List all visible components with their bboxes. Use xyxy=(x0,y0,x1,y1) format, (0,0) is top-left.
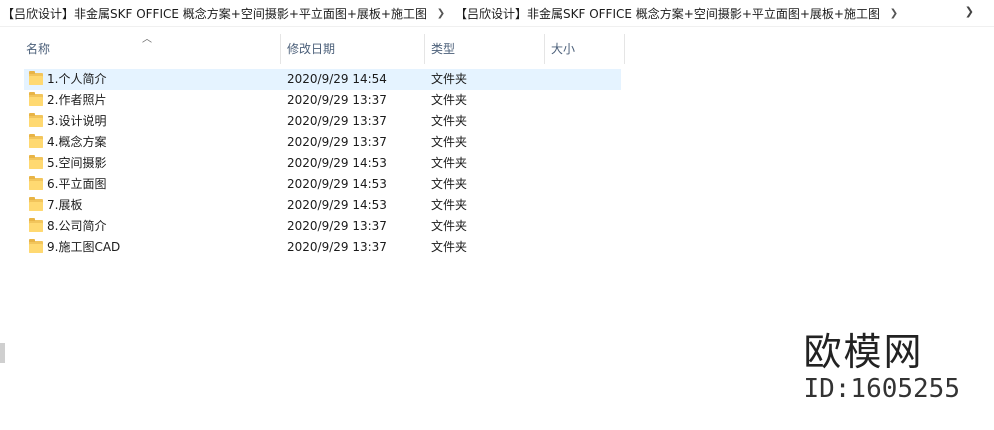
file-name: 9.施工图CAD xyxy=(47,240,121,254)
column-header-size[interactable]: 大小 xyxy=(545,34,625,64)
file-name: 5.空间摄影 xyxy=(47,156,107,170)
folder-icon xyxy=(29,71,43,85)
breadcrumb-item[interactable]: 【吕欣设计】非金属SKF OFFICE 概念方案+空间摄影+平立面图+展板+施工… xyxy=(453,5,882,22)
file-name: 6.平立面图 xyxy=(47,177,107,191)
column-header: ︿ 名称 修改日期 类型 大小 xyxy=(0,34,994,64)
column-header-type[interactable]: 类型 xyxy=(425,34,545,64)
column-header-name[interactable]: 名称 xyxy=(20,34,281,64)
folder-icon xyxy=(29,218,43,232)
file-name: 1.个人简介 xyxy=(47,72,107,86)
file-row[interactable]: 6.平立面图 2020/9/29 14:53 文件夹 xyxy=(0,174,994,195)
file-type: 文件夹 xyxy=(431,240,468,254)
column-header-date[interactable]: 修改日期 xyxy=(281,34,425,64)
file-type: 文件夹 xyxy=(431,156,468,170)
file-date: 2020/9/29 14:53 xyxy=(287,177,387,191)
file-date: 2020/9/29 13:37 xyxy=(287,219,387,233)
watermark-id: ID:1605255 xyxy=(803,374,960,404)
address-breadcrumb[interactable]: 【吕欣设计】非金属SKF OFFICE 概念方案+空间摄影+平立面图+展板+施工… xyxy=(0,0,994,27)
folder-icon xyxy=(29,155,43,169)
folder-icon xyxy=(29,92,43,106)
file-type: 文件夹 xyxy=(431,219,468,233)
file-date: 2020/9/29 14:53 xyxy=(287,156,387,170)
file-date: 2020/9/29 13:37 xyxy=(287,135,387,149)
file-date: 2020/9/29 13:37 xyxy=(287,114,387,128)
file-name: 7.展板 xyxy=(47,198,83,212)
chevron-down-icon[interactable]: ❯ xyxy=(965,5,974,18)
folder-icon xyxy=(29,113,43,127)
file-row[interactable]: 8.公司简介 2020/9/29 13:37 文件夹 xyxy=(0,216,994,237)
file-name: 2.作者照片 xyxy=(47,93,107,107)
file-type: 文件夹 xyxy=(431,198,468,212)
breadcrumb-item[interactable]: 【吕欣设计】非金属SKF OFFICE 概念方案+空间摄影+平立面图+展板+施工… xyxy=(0,5,429,22)
file-date: 2020/9/29 13:37 xyxy=(287,240,387,254)
scrollbar-handle[interactable] xyxy=(0,343,5,363)
file-explorer-window: 【吕欣设计】非金属SKF OFFICE 概念方案+空间摄影+平立面图+展板+施工… xyxy=(0,0,994,430)
file-row[interactable]: 3.设计说明 2020/9/29 13:37 文件夹 xyxy=(0,111,994,132)
file-date: 2020/9/29 14:53 xyxy=(287,198,387,212)
file-row[interactable]: 2.作者照片 2020/9/29 13:37 文件夹 xyxy=(0,90,994,111)
file-row[interactable]: 9.施工图CAD 2020/9/29 13:37 文件夹 xyxy=(0,237,994,258)
watermark-title: 欧模网 xyxy=(803,330,924,374)
file-row[interactable]: 5.空间摄影 2020/9/29 14:53 文件夹 xyxy=(0,153,994,174)
watermark: 欧模网 ID:1605255 xyxy=(803,330,960,404)
file-name: 3.设计说明 xyxy=(47,114,107,128)
folder-icon xyxy=(29,197,43,211)
folder-icon xyxy=(29,134,43,148)
file-name: 4.概念方案 xyxy=(47,135,107,149)
file-row[interactable]: 7.展板 2020/9/29 14:53 文件夹 xyxy=(0,195,994,216)
file-list: 1.个人简介 2020/9/29 14:54 文件夹 2.作者照片 2020/9/29 … xyxy=(0,69,994,258)
file-type: 文件夹 xyxy=(431,93,468,107)
folder-icon xyxy=(29,176,43,190)
chevron-right-icon[interactable]: ❯ xyxy=(888,8,900,19)
file-type: 文件夹 xyxy=(431,177,468,191)
file-type: 文件夹 xyxy=(431,114,468,128)
file-type: 文件夹 xyxy=(431,72,468,86)
file-name: 8.公司简介 xyxy=(47,219,107,233)
file-type: 文件夹 xyxy=(431,135,468,149)
chevron-right-icon: ❯ xyxy=(436,7,446,19)
file-date: 2020/9/29 13:37 xyxy=(287,93,387,107)
folder-icon xyxy=(29,239,43,253)
file-row[interactable]: 4.概念方案 2020/9/29 13:37 文件夹 xyxy=(0,132,994,153)
file-date: 2020/9/29 14:54 xyxy=(287,72,387,86)
file-row[interactable]: 1.个人简介 2020/9/29 14:54 文件夹 xyxy=(0,69,994,90)
